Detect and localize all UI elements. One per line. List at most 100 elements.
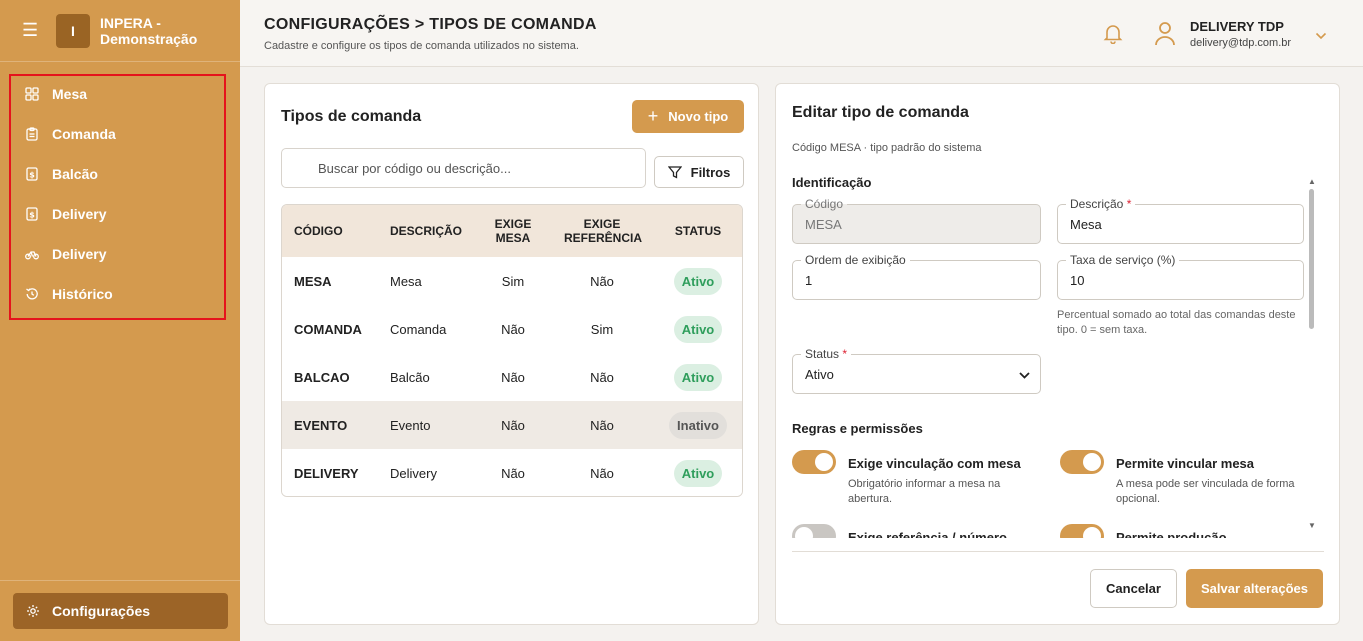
section-identificacao: Identificação	[792, 175, 872, 190]
chevron-down-icon[interactable]	[1315, 27, 1327, 45]
column-header-status[interactable]: STATUS	[654, 224, 742, 238]
search-input[interactable]	[281, 148, 646, 188]
sidebar-item-configuracoes[interactable]: Configurações	[13, 593, 228, 629]
sidebar-nav: Mesa Comanda $ Balcão $ Delivery Deliver…	[9, 74, 226, 320]
new-type-button[interactable]: + Novo tipo	[632, 100, 744, 133]
sidebar-item-delivery[interactable]: $ Delivery	[11, 194, 224, 234]
user-email: delivery@tdp.com.br	[1190, 37, 1292, 49]
bike-icon	[25, 247, 39, 261]
sidebar-item-label: Configurações	[52, 603, 151, 619]
filters-button[interactable]: Filtros	[654, 156, 744, 188]
rule-exige-referencia-toggle[interactable]	[792, 524, 836, 538]
bell-icon[interactable]	[1102, 22, 1124, 49]
svg-text:$: $	[29, 211, 35, 220]
editor-scrollbar[interactable]: ▲ ▼	[1307, 177, 1316, 530]
scroll-up-icon[interactable]: ▲	[1308, 177, 1316, 186]
sidebar-item-label: Balcão	[52, 166, 98, 182]
rule-exige-mesa-help: Obrigatório informar a mesa na abertura.	[848, 478, 1001, 505]
scrollbar-thumb[interactable]	[1309, 189, 1314, 329]
row-exige-mesa: Não	[501, 417, 525, 433]
column-header-codigo[interactable]: CÓDIGO	[282, 224, 378, 238]
row-exige-referencia: Não	[590, 369, 614, 385]
rule-exige-mesa-toggle[interactable]	[792, 450, 836, 474]
filters-label: Filtros	[690, 164, 731, 180]
column-header-exige-mesa[interactable]: EXIGE MESA	[476, 217, 550, 245]
table-row[interactable]: DELIVERY Delivery Não Não Ativo	[282, 449, 742, 496]
table-row[interactable]: COMANDA Comanda Não Sim Ativo	[282, 305, 742, 353]
row-exige-referencia: Não	[590, 465, 614, 481]
clipboard-icon	[25, 127, 39, 141]
sidebar-item-label: Comanda	[52, 126, 116, 142]
sidebar-divider	[0, 580, 240, 581]
table-header: CÓDIGO DESCRIÇÃO EXIGE MESA EXIGE REFERÊ…	[282, 205, 742, 257]
rule-permite-producao-toggle[interactable]	[1060, 524, 1104, 538]
row-code: DELIVERY	[294, 465, 359, 481]
types-table: CÓDIGO DESCRIÇÃO EXIGE MESA EXIGE REFERÊ…	[281, 204, 743, 497]
row-exige-mesa: Sim	[501, 273, 525, 289]
sidebar-header: ☰ I INPERA - Demonstração	[0, 0, 240, 62]
rule-exige-mesa-label: Exige vinculação com mesa	[848, 456, 1021, 471]
table-row[interactable]: EVENTO Evento Não Não Inativo	[282, 401, 742, 449]
row-description: Comanda	[390, 321, 447, 337]
sidebar-item-historico[interactable]: Histórico	[11, 274, 224, 314]
receipt-icon: $	[25, 167, 39, 181]
sidebar-item-mesa[interactable]: Mesa	[11, 74, 224, 114]
status-badge: Ativo	[673, 267, 723, 295]
sidebar: ☰ I INPERA - Demonstração Mesa Comanda $…	[0, 0, 240, 641]
table-row[interactable]: MESA Mesa Sim Não Ativo	[282, 257, 742, 305]
app-logo: I	[56, 13, 90, 48]
sidebar-item-label: Histórico	[52, 286, 113, 302]
filter-icon	[667, 165, 682, 179]
row-exige-mesa: Não	[501, 321, 525, 337]
user-icon[interactable]	[1154, 20, 1176, 51]
status-select[interactable]: Status * Ativo	[792, 347, 1041, 394]
taxa-value: 10	[1070, 272, 1085, 288]
chevron-down-icon	[1019, 367, 1030, 382]
row-code: COMANDA	[294, 321, 362, 337]
ordem-value: 1	[805, 272, 813, 288]
status-badge: Ativo	[673, 315, 723, 343]
status-badge: Inativo	[669, 411, 727, 439]
taxa-field[interactable]: Taxa de serviço (%) 10	[1057, 253, 1304, 300]
section-regras: Regras e permissões	[792, 421, 923, 436]
descricao-field[interactable]: Descrição * Mesa	[1057, 197, 1304, 244]
row-description: Delivery	[390, 465, 437, 481]
save-button[interactable]: Salvar alterações	[1186, 569, 1323, 608]
row-code: MESA	[294, 273, 332, 289]
status-label: Status	[805, 347, 840, 361]
edit-type-card: Editar tipo de comanda Código MESA · tip…	[775, 83, 1340, 625]
row-code: EVENTO	[294, 417, 348, 433]
column-header-exige-referencia[interactable]: EXIGE REFERÊNCIA	[550, 217, 654, 245]
status-value: Ativo	[805, 366, 834, 382]
scroll-down-icon[interactable]: ▼	[1308, 521, 1316, 530]
history-icon	[25, 287, 39, 301]
rule-permite-mesa-toggle[interactable]	[1060, 450, 1104, 474]
ordem-label: Ordem de exibição	[801, 253, 910, 267]
rule-exige-referencia-label: Exige referência / número	[848, 530, 1007, 538]
codigo-value: MESA	[805, 216, 842, 232]
cancel-button[interactable]: Cancelar	[1090, 569, 1177, 608]
row-exige-mesa: Não	[501, 369, 525, 385]
row-exige-referencia: Não	[590, 417, 614, 433]
column-header-descricao[interactable]: DESCRIÇÃO	[378, 224, 476, 238]
taxa-label: Taxa de serviço (%)	[1066, 253, 1180, 267]
list-title: Tipos de comanda	[281, 108, 422, 125]
table-row[interactable]: BALCAO Balcão Não Não Ativo	[282, 353, 742, 401]
menu-icon[interactable]: ☰	[22, 20, 42, 41]
sidebar-item-balcao[interactable]: $ Balcão	[11, 154, 224, 194]
ordem-field[interactable]: Ordem de exibição 1	[792, 253, 1041, 300]
user-name[interactable]: DELIVERY TDP	[1190, 19, 1284, 34]
descricao-value: Mesa	[1070, 216, 1102, 232]
search-icon	[293, 160, 307, 179]
plus-icon: +	[647, 106, 659, 126]
sidebar-item-label: Mesa	[52, 86, 88, 102]
receipt-icon: $	[25, 207, 39, 221]
rule-permite-mesa-help: A mesa pode ser vinculada de forma opcio…	[1116, 478, 1295, 505]
descricao-label: Descrição	[1070, 197, 1124, 211]
editor-subtitle: Código MESA · tipo padrão do sistema	[792, 142, 982, 154]
sidebar-item-comanda[interactable]: Comanda	[11, 114, 224, 154]
row-exige-referencia: Sim	[590, 321, 614, 337]
sidebar-item-delivery-bike[interactable]: Delivery	[11, 234, 224, 274]
codigo-label: Código	[801, 197, 848, 211]
status-badge: Ativo	[673, 459, 723, 487]
